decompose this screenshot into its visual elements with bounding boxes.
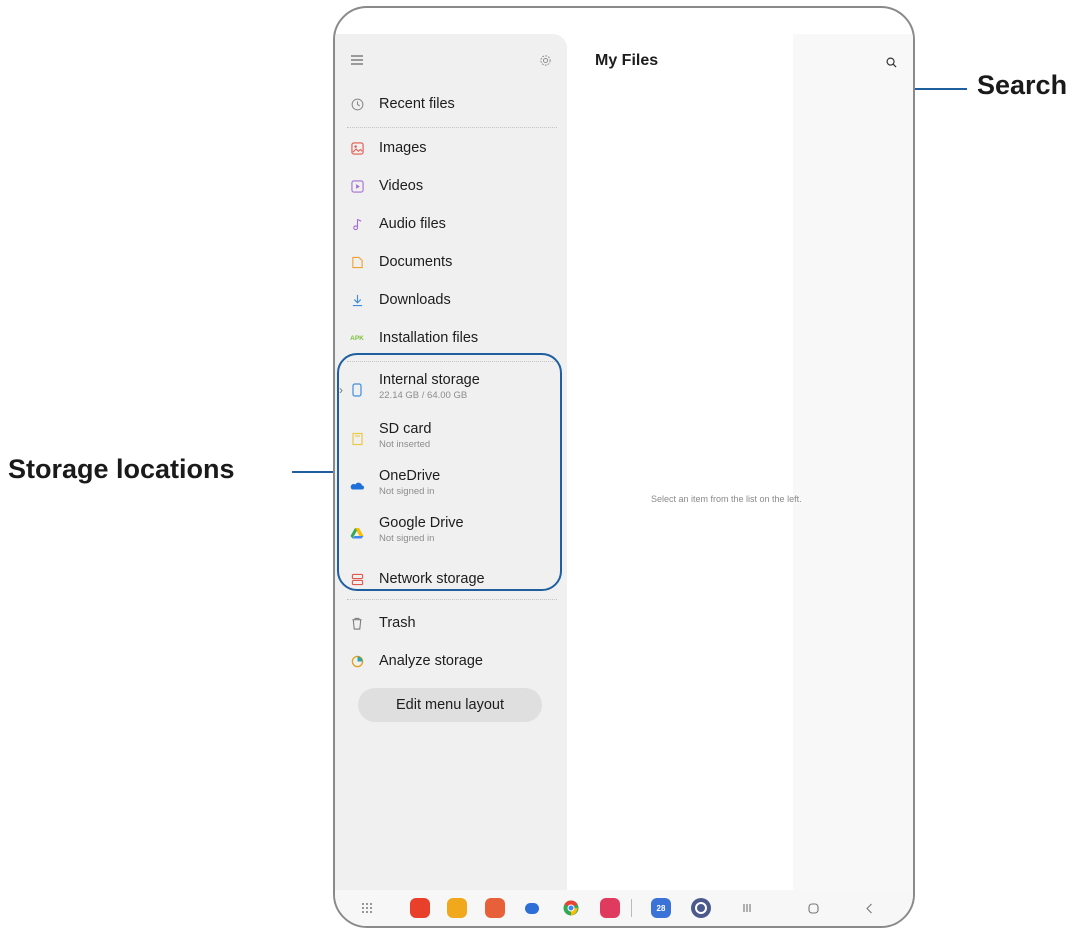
content-pane: My Files Select an item from the list on…	[567, 34, 913, 890]
calendar-app-icon[interactable]: 28	[651, 898, 671, 918]
folder-app-icon[interactable]	[447, 898, 467, 918]
settings-app-icon[interactable]	[691, 898, 711, 918]
drawer-item-trash[interactable]: Trash	[335, 606, 567, 640]
clock-icon	[349, 96, 365, 112]
empty-state-message: Select an item from the list on the left…	[651, 494, 802, 504]
image-icon	[349, 140, 365, 156]
video-icon	[349, 178, 365, 194]
divider	[347, 127, 557, 128]
calendar-day: 28	[656, 903, 666, 913]
analyze-storage-icon	[349, 653, 365, 669]
divider-bar	[631, 899, 632, 917]
drawer-item-label: Recent files	[379, 96, 455, 112]
drawer-item-documents[interactable]: Documents	[335, 245, 567, 279]
drawer-item-label: Documents	[379, 254, 453, 270]
taskbar: 28	[335, 890, 913, 926]
storage-callout-line	[292, 471, 338, 473]
drawer-item-analyze-storage[interactable]: Analyze storage	[335, 644, 567, 678]
back-key[interactable]	[859, 898, 879, 918]
page-title: My Files	[595, 52, 659, 69]
document-icon	[349, 254, 365, 270]
drawer-item-images[interactable]: Images	[335, 131, 567, 165]
drawer-item-label: Downloads	[379, 292, 451, 308]
drawer-item-audio-files[interactable]: Audio files	[335, 207, 567, 241]
drawer-item-label: Videos	[379, 178, 424, 194]
drawer-item-downloads[interactable]: Downloads	[335, 283, 567, 317]
chrome-app-icon[interactable]	[563, 900, 579, 916]
camera-app-icon[interactable]	[600, 898, 620, 918]
drawer-item-label: Audio files	[379, 216, 446, 232]
recents-key[interactable]	[737, 898, 757, 918]
messages-app-icon[interactable]	[525, 902, 539, 914]
drawer-item-label: Analyze storage	[379, 653, 483, 669]
apps-grid-icon[interactable]	[357, 898, 377, 918]
trash-icon	[349, 615, 365, 631]
divider	[347, 599, 557, 600]
drawer-item-installation-files[interactable]: APK Installation files	[335, 321, 567, 355]
edit-menu-layout-button[interactable]: Edit menu layout	[358, 688, 542, 722]
storage-highlight-box	[337, 353, 562, 591]
drawer-item-videos[interactable]: Videos	[335, 169, 567, 203]
search-icon[interactable]	[881, 52, 901, 72]
drawer-item-recent-files[interactable]: Recent files	[335, 87, 567, 121]
drawer-item-label: Trash	[379, 615, 416, 631]
storage-callout-label: Storage locations	[8, 454, 235, 484]
home-key[interactable]	[803, 898, 823, 918]
hamburger-icon[interactable]	[347, 50, 367, 70]
contacts-app-icon[interactable]	[485, 898, 505, 918]
app-icon-1[interactable]	[410, 898, 430, 918]
drawer-item-label: Installation files	[379, 330, 479, 346]
music-note-icon	[349, 216, 365, 232]
gear-icon[interactable]	[535, 50, 555, 70]
pane-shade	[793, 34, 913, 890]
download-icon	[349, 292, 365, 308]
apk-icon: APK	[350, 334, 364, 342]
drawer-item-label: Images	[379, 140, 427, 156]
search-callout-label: Search	[977, 70, 1068, 100]
